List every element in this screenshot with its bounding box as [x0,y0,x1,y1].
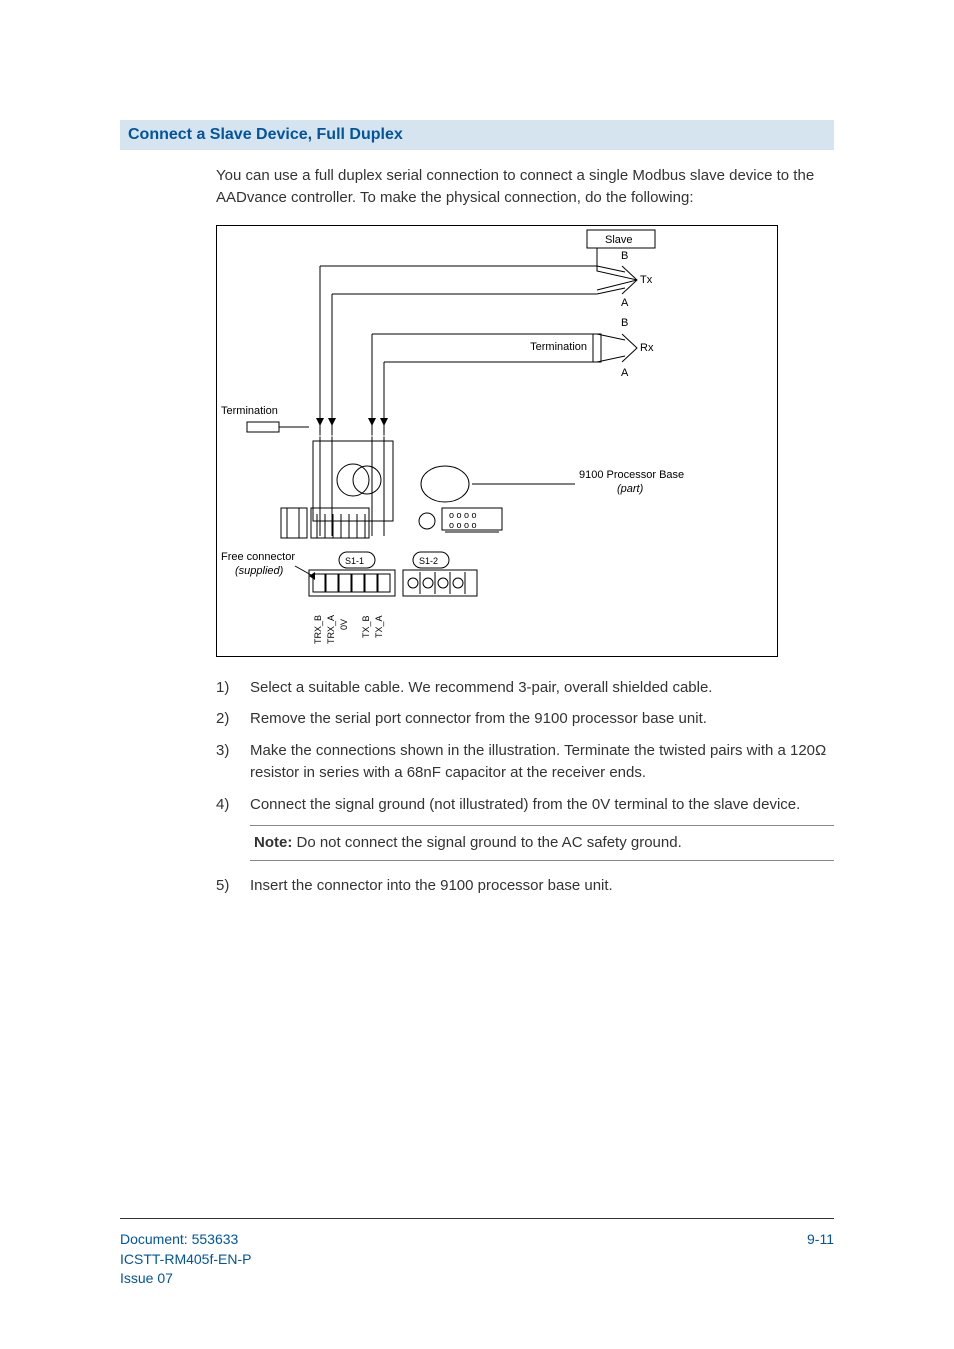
s1-1-label: S1-1 [345,556,364,566]
a-label-rx: A [621,367,629,379]
footer-issue: Issue 07 [120,1269,251,1289]
intro-paragraph: You can use a full duplex serial connect… [216,165,834,209]
footer-rule [120,1218,834,1219]
step-list-continued: Insert the connector into the 9100 proce… [216,875,834,897]
tx-label: Tx [640,274,653,286]
step-list: Select a suitable cable. We recommend 3-… [216,677,834,816]
pin-trxb: TRX_B [313,614,323,643]
termination-ctrl-label: Termination [221,405,278,417]
note-text: Do not connect the signal ground to the … [292,834,681,851]
section-title: Connect a Slave Device, Full Duplex [120,120,834,150]
footer-ref: ICSTT-RM405f-EN-P [120,1250,251,1270]
a-label-tx: A [621,297,629,309]
footer-page: 9-11 [807,1230,834,1250]
b-label-tx: B [621,250,628,262]
termination-rx-label: Termination [530,341,587,353]
base-label-2: (part) [617,483,644,495]
note-box: Note: Do not connect the signal ground t… [250,825,834,861]
rx-label: Rx [640,342,654,354]
page-footer: Document: 553633 ICSTT-RM405f-EN-P Issue… [120,1230,834,1289]
s1-2-label: S1-2 [419,556,438,566]
base-label-1: 9100 Processor Base [579,469,684,481]
step-4: Connect the signal ground (not illustrat… [216,794,834,816]
step-2: Remove the serial port connector from th… [216,708,834,730]
pin-0v: 0V [339,618,349,629]
wiring-diagram: Slave B Tx A B Rx A Termination [216,225,778,657]
step-5: Insert the connector into the 9100 proce… [216,875,834,897]
pin-txa: TX_A [374,615,384,638]
footer-doc: Document: 553633 [120,1230,251,1250]
free-connector-2: (supplied) [235,565,284,577]
step-3: Make the connections shown in the illust… [216,740,834,784]
svg-text:o o o o: o o o o [449,510,477,520]
step-1: Select a suitable cable. We recommend 3-… [216,677,834,699]
note-bold: Note: [254,834,292,851]
pin-txb: TX_B [361,615,371,638]
slave-label: Slave [605,234,633,246]
pin-trxa: TRX_A [326,614,336,643]
free-connector-1: Free connector [221,551,295,563]
svg-text:o o o o: o o o o [449,520,477,530]
b-label-rx: B [621,317,628,329]
